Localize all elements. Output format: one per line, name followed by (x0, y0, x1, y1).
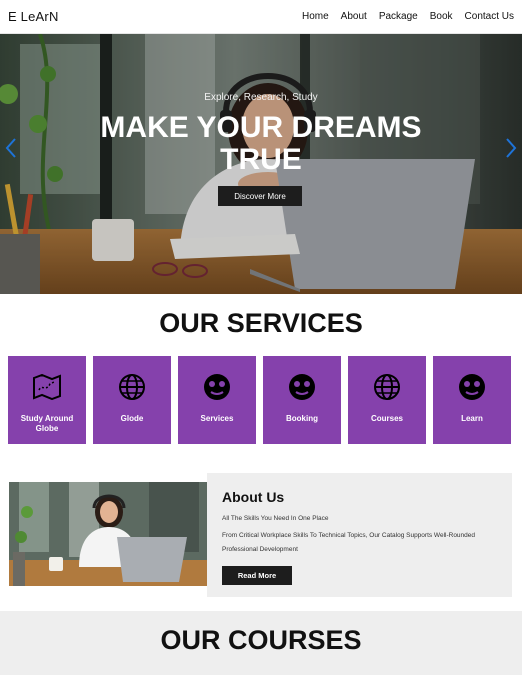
nav-link-about[interactable]: About (341, 11, 367, 22)
nav-link-package[interactable]: Package (379, 11, 418, 22)
nav-link-book[interactable]: Book (430, 11, 453, 22)
courses-heading: OUR COURSES (160, 625, 362, 655)
service-card-study-around-globe[interactable]: Study Around Globe (8, 356, 86, 444)
service-label: Courses (370, 414, 403, 423)
service-card-learn[interactable]: Learn (433, 356, 511, 444)
service-label: Study Around Globe (20, 414, 74, 433)
globe-icon (117, 372, 147, 402)
slider-next-button[interactable] (504, 136, 518, 160)
services-grid: Study Around Globe Glode Services Bookin… (8, 356, 514, 444)
hiker-icon (457, 372, 487, 402)
hiker-icon (287, 372, 317, 402)
about-subtitle: All The Skills You Need In One Place (222, 515, 329, 522)
hero-title: MAKE YOUR DREAMS TRUE (0, 112, 522, 176)
about-image (9, 482, 207, 586)
hero-slider: Explore, Research, Study MAKE YOUR DREAM… (0, 34, 522, 294)
nav-links: Home About Package Book Contact Us (302, 11, 514, 22)
nav-link-home[interactable]: Home (302, 11, 329, 22)
service-label: Glode (120, 414, 144, 423)
about-panel: About Us All The Skills You Need In One … (207, 473, 512, 597)
globe-icon (372, 372, 402, 402)
chevron-right-icon (506, 138, 517, 158)
service-card-services[interactable]: Services (178, 356, 256, 444)
services-heading: OUR SERVICES (159, 308, 363, 338)
service-label: Booking (286, 414, 318, 423)
service-card-courses[interactable]: Courses (348, 356, 426, 444)
hero-title-line1: MAKE YOUR DREAMS (100, 111, 422, 144)
hiker-icon (202, 372, 232, 402)
hero-tagline: Explore, Research, Study (204, 92, 318, 103)
site-logo[interactable]: E LeArN (8, 9, 59, 24)
navbar: E LeArN Home About Package Book Contact … (0, 0, 522, 34)
nav-link-contact[interactable]: Contact Us (465, 11, 514, 22)
read-more-button[interactable]: Read More (222, 566, 292, 585)
about-heading: About Us (222, 489, 285, 505)
discover-more-button[interactable]: Discover More (218, 186, 302, 206)
slider-prev-button[interactable] (4, 136, 18, 160)
map-icon (32, 372, 62, 402)
service-card-glode[interactable]: Glode (93, 356, 171, 444)
service-label: Learn (461, 414, 483, 423)
hero-title-line2: TRUE (220, 143, 302, 176)
service-label: Services (200, 414, 234, 423)
service-card-booking[interactable]: Booking (263, 356, 341, 444)
about-description: From Critical Workplace Skills To Techni… (222, 532, 476, 553)
chevron-left-icon (5, 138, 16, 158)
